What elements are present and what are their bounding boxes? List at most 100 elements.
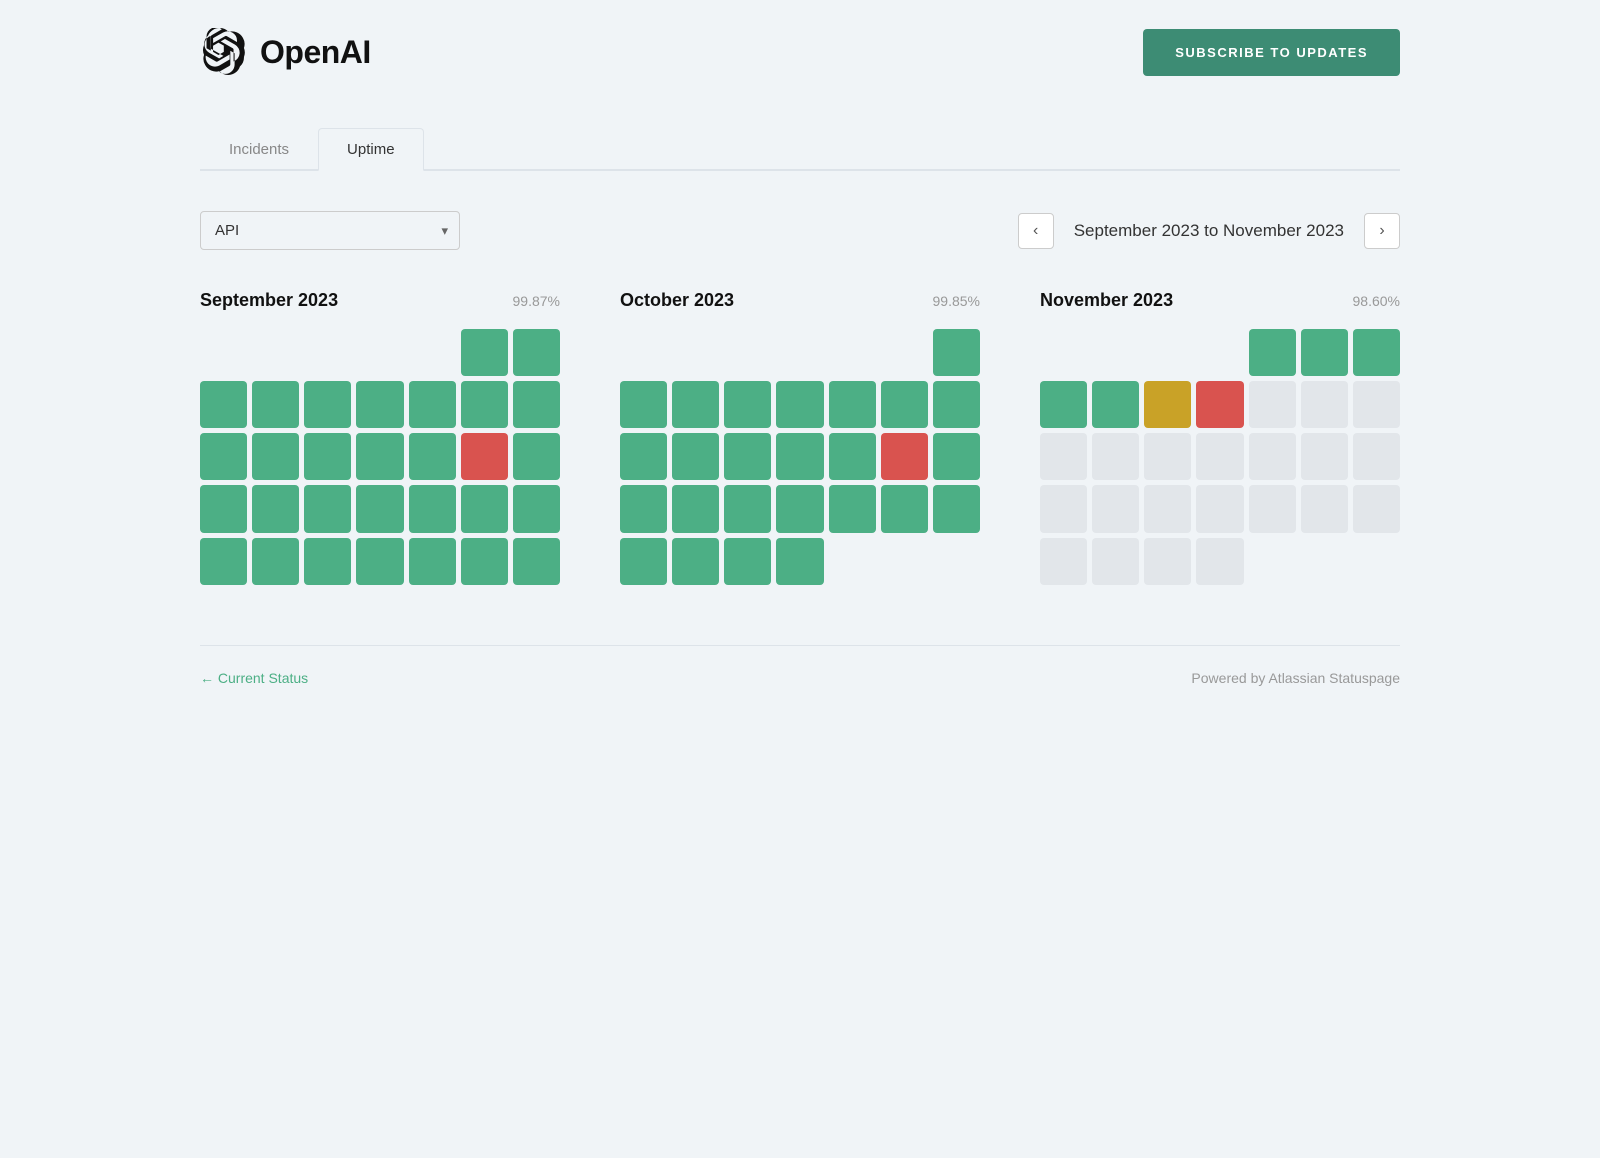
- calendar-cell[interactable]: [1092, 433, 1139, 480]
- calendar-cell[interactable]: [1040, 485, 1087, 532]
- calendar-cell[interactable]: [200, 329, 247, 376]
- calendar-cell[interactable]: [724, 381, 771, 428]
- calendar-cell[interactable]: [1040, 329, 1087, 376]
- calendar-cell[interactable]: [881, 329, 928, 376]
- service-dropdown[interactable]: API ChatGPT Labs Playground: [200, 211, 460, 250]
- calendar-cell[interactable]: [1092, 329, 1139, 376]
- calendar-cell[interactable]: [829, 329, 876, 376]
- calendar-cell[interactable]: [933, 381, 980, 428]
- calendar-cell[interactable]: [933, 538, 980, 585]
- calendar-cell[interactable]: [672, 485, 719, 532]
- calendar-cell[interactable]: [881, 433, 928, 480]
- calendar-cell[interactable]: [1301, 538, 1348, 585]
- calendar-cell[interactable]: [1144, 433, 1191, 480]
- current-status-link[interactable]: ← Current Status: [200, 670, 308, 686]
- calendar-cell[interactable]: [1144, 485, 1191, 532]
- calendar-cell[interactable]: [304, 538, 351, 585]
- prev-period-button[interactable]: ‹: [1018, 213, 1054, 249]
- calendar-cell[interactable]: [513, 329, 560, 376]
- calendar-cell[interactable]: [1092, 538, 1139, 585]
- calendar-cell[interactable]: [513, 433, 560, 480]
- calendar-cell[interactable]: [1353, 381, 1400, 428]
- calendar-cell[interactable]: [1249, 538, 1296, 585]
- calendar-cell[interactable]: [1301, 381, 1348, 428]
- calendar-cell[interactable]: [252, 329, 299, 376]
- calendar-cell[interactable]: [1092, 381, 1139, 428]
- calendar-cell[interactable]: [1144, 381, 1191, 428]
- calendar-cell[interactable]: [356, 381, 403, 428]
- calendar-cell[interactable]: [724, 538, 771, 585]
- calendar-cell[interactable]: [620, 381, 667, 428]
- calendar-cell[interactable]: [409, 329, 456, 376]
- calendar-cell[interactable]: [776, 433, 823, 480]
- calendar-cell[interactable]: [409, 433, 456, 480]
- calendar-cell[interactable]: [829, 485, 876, 532]
- calendar-cell[interactable]: [1196, 381, 1243, 428]
- calendar-cell[interactable]: [461, 381, 508, 428]
- calendar-cell[interactable]: [933, 485, 980, 532]
- calendar-cell[interactable]: [513, 485, 560, 532]
- calendar-cell[interactable]: [513, 381, 560, 428]
- calendar-cell[interactable]: [304, 381, 351, 428]
- calendar-cell[interactable]: [200, 433, 247, 480]
- calendar-cell[interactable]: [1144, 538, 1191, 585]
- calendar-cell[interactable]: [1249, 329, 1296, 376]
- calendar-cell[interactable]: [1353, 485, 1400, 532]
- calendar-cell[interactable]: [672, 381, 719, 428]
- calendar-cell[interactable]: [1249, 381, 1296, 428]
- calendar-cell[interactable]: [304, 329, 351, 376]
- calendar-cell[interactable]: [304, 433, 351, 480]
- calendar-cell[interactable]: [829, 538, 876, 585]
- calendar-cell[interactable]: [776, 381, 823, 428]
- calendar-cell[interactable]: [829, 381, 876, 428]
- calendar-cell[interactable]: [1196, 433, 1243, 480]
- tab-uptime[interactable]: Uptime: [318, 128, 424, 171]
- calendar-cell[interactable]: [672, 433, 719, 480]
- calendar-cell[interactable]: [672, 329, 719, 376]
- calendar-cell[interactable]: [881, 538, 928, 585]
- calendar-cell[interactable]: [1144, 329, 1191, 376]
- calendar-cell[interactable]: [1196, 538, 1243, 585]
- calendar-cell[interactable]: [1301, 433, 1348, 480]
- calendar-cell[interactable]: [724, 433, 771, 480]
- calendar-cell[interactable]: [724, 329, 771, 376]
- calendar-cell[interactable]: [620, 433, 667, 480]
- calendar-cell[interactable]: [200, 538, 247, 585]
- tab-incidents[interactable]: Incidents: [200, 128, 318, 171]
- calendar-cell[interactable]: [461, 329, 508, 376]
- calendar-cell[interactable]: [881, 381, 928, 428]
- calendar-cell[interactable]: [724, 485, 771, 532]
- calendar-cell[interactable]: [672, 538, 719, 585]
- calendar-cell[interactable]: [1353, 538, 1400, 585]
- calendar-cell[interactable]: [252, 433, 299, 480]
- calendar-cell[interactable]: [1092, 485, 1139, 532]
- calendar-cell[interactable]: [776, 329, 823, 376]
- calendar-cell[interactable]: [1353, 329, 1400, 376]
- calendar-cell[interactable]: [252, 485, 299, 532]
- calendar-cell[interactable]: [776, 485, 823, 532]
- calendar-cell[interactable]: [829, 433, 876, 480]
- calendar-cell[interactable]: [620, 538, 667, 585]
- calendar-cell[interactable]: [513, 538, 560, 585]
- calendar-cell[interactable]: [1040, 538, 1087, 585]
- next-period-button[interactable]: ›: [1364, 213, 1400, 249]
- calendar-cell[interactable]: [200, 485, 247, 532]
- calendar-cell[interactable]: [1353, 433, 1400, 480]
- calendar-cell[interactable]: [620, 485, 667, 532]
- calendar-cell[interactable]: [1249, 433, 1296, 480]
- calendar-cell[interactable]: [409, 538, 456, 585]
- calendar-cell[interactable]: [1040, 433, 1087, 480]
- calendar-cell[interactable]: [304, 485, 351, 532]
- calendar-cell[interactable]: [461, 433, 508, 480]
- calendar-cell[interactable]: [356, 485, 403, 532]
- calendar-cell[interactable]: [356, 329, 403, 376]
- calendar-cell[interactable]: [1301, 485, 1348, 532]
- calendar-cell[interactable]: [252, 538, 299, 585]
- calendar-cell[interactable]: [356, 433, 403, 480]
- calendar-cell[interactable]: [1249, 485, 1296, 532]
- calendar-cell[interactable]: [461, 538, 508, 585]
- calendar-cell[interactable]: [409, 381, 456, 428]
- calendar-cell[interactable]: [620, 329, 667, 376]
- calendar-cell[interactable]: [1196, 329, 1243, 376]
- calendar-cell[interactable]: [1040, 381, 1087, 428]
